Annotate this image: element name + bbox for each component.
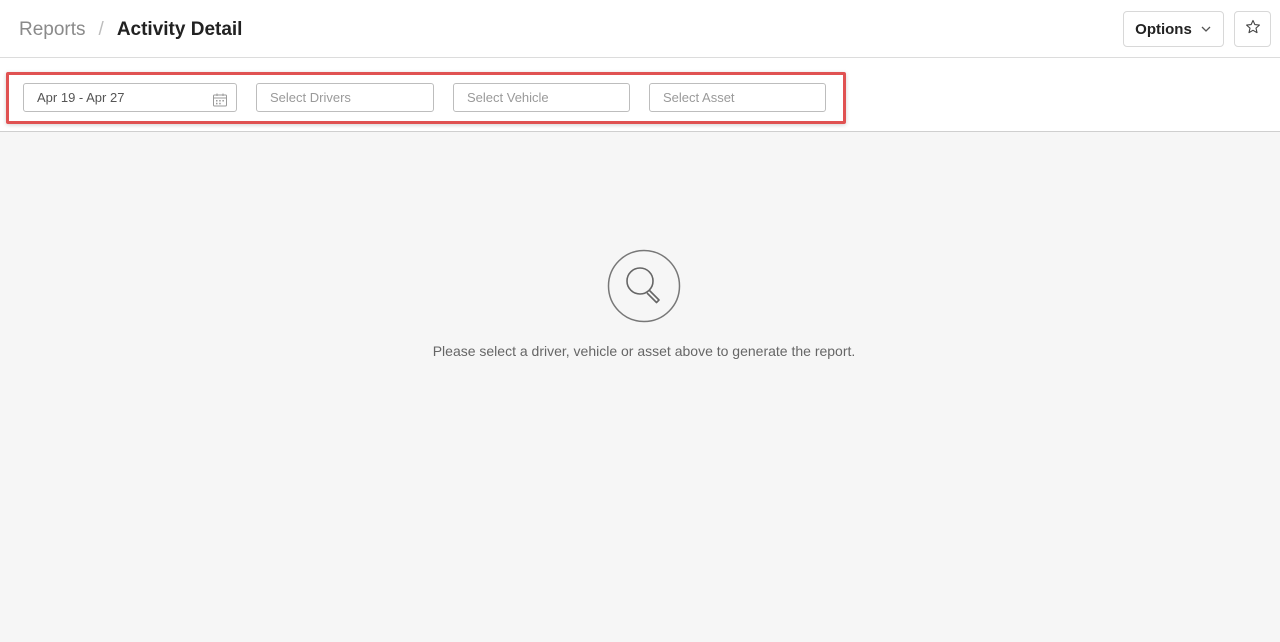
breadcrumb-separator: / <box>98 19 104 40</box>
empty-state-message: Please select a driver, vehicle or asset… <box>432 343 856 359</box>
options-button[interactable]: Options <box>1123 11 1224 47</box>
star-icon <box>1245 19 1261 40</box>
select-asset-field[interactable]: Select Asset <box>649 83 826 112</box>
breadcrumb-reports-link[interactable]: Reports <box>19 18 86 42</box>
select-asset-placeholder: Select Asset <box>663 90 735 105</box>
page-title: Activity Detail <box>116 19 243 40</box>
search-icon <box>607 249 681 323</box>
select-vehicle-placeholder: Select Vehicle <box>467 90 549 105</box>
date-range-picker[interactable]: Apr 19 - Apr 27 <box>23 83 237 112</box>
select-drivers-field[interactable]: Select Drivers <box>256 83 434 112</box>
select-vehicle-field[interactable]: Select Vehicle <box>453 83 630 112</box>
favorite-button[interactable] <box>1234 11 1271 47</box>
filter-bar: Apr 19 - Apr 27 Select Drivers Select Ve… <box>0 58 1280 132</box>
breadcrumb: Reports / Activity Detail <box>19 18 242 42</box>
options-label: Options <box>1135 20 1192 38</box>
calendar-icon <box>212 90 228 107</box>
page-header: Reports / Activity Detail Options <box>0 0 1280 58</box>
chevron-down-icon <box>1200 23 1212 35</box>
select-drivers-placeholder: Select Drivers <box>270 90 351 105</box>
date-range-value: Apr 19 - Apr 27 <box>37 90 125 105</box>
